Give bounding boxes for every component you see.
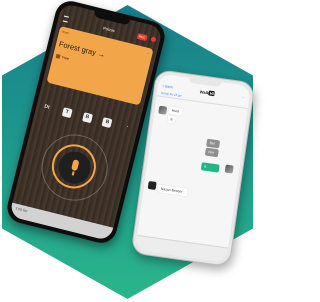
more-icon[interactable]: ··· (242, 95, 246, 99)
card-header-left: Work (61, 29, 70, 36)
tool-button-5[interactable]: · (122, 122, 133, 133)
white-phone-screen: < Back WalkHI ··· Gosip for 16 go Huet 8… (135, 73, 251, 263)
avatar[interactable] (147, 180, 157, 191)
rec-badge[interactable]: REC (136, 32, 148, 42)
chat-message: Nassn Booser (157, 184, 189, 197)
chat-message: Nor (204, 147, 219, 158)
chat-message: 8 (200, 162, 220, 173)
avatar[interactable] (224, 164, 234, 174)
app-title: Poizoc (102, 24, 116, 33)
menu-icon[interactable] (62, 15, 69, 23)
avatar[interactable] (158, 105, 168, 115)
back-button[interactable]: < Back (162, 84, 173, 89)
tag-label: Free (61, 55, 70, 61)
record-area (34, 127, 115, 208)
record-indicator-icon[interactable] (150, 36, 157, 43)
chat-logo-badge: HI (208, 90, 216, 96)
card-header-right: → (146, 50, 150, 56)
tool-button-2[interactable]: T (61, 107, 73, 119)
bottom-strip-label: I'ml for (15, 205, 29, 214)
chat-logo: WalkHI (199, 89, 216, 96)
tool-button-3[interactable]: B (81, 112, 93, 124)
format-toolbar: Dt T B B · (41, 102, 132, 133)
tool-button-1[interactable]: Dt (41, 102, 52, 113)
tool-button-4[interactable]: B (101, 117, 113, 129)
tag-icon (55, 53, 61, 59)
microphone-icon (70, 159, 80, 172)
microphone-stand-icon (71, 171, 75, 176)
chat-message: 8 (167, 115, 177, 125)
